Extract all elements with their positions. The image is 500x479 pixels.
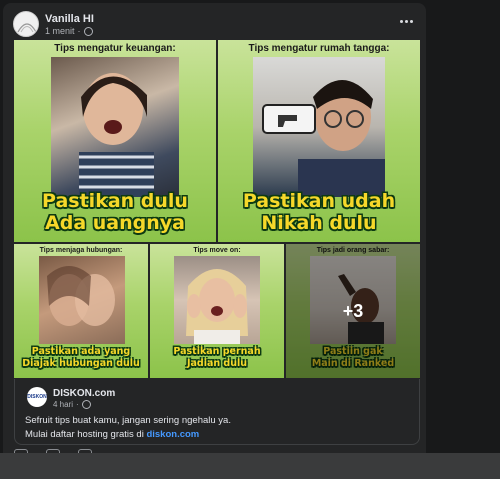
more-options-button[interactable] bbox=[398, 15, 414, 27]
photo-grid: Tips mengatur keuangan: Pastikan dulu Ad… bbox=[14, 40, 420, 378]
post-header: Vanilla HI 1 menit · bbox=[13, 11, 418, 43]
shared-post[interactable]: DISKON DISKON.com 4 hari · Sefruit tips … bbox=[14, 379, 420, 445]
tile-caption: Tips move on: bbox=[193, 247, 241, 254]
shared-link[interactable]: diskon.com bbox=[146, 429, 199, 440]
more-photos-count: +3 bbox=[342, 300, 364, 321]
shared-page-logo[interactable]: DISKON bbox=[27, 387, 47, 407]
shared-post-text: Sefruit tips buat kamu, jangan sering ng… bbox=[25, 414, 231, 442]
tile-slogan-line2: Nikah dulu bbox=[261, 212, 377, 234]
tile-slogan-line2: Ada uangnya bbox=[45, 212, 185, 234]
tile-slogan-line1: Pastikan dulu bbox=[42, 190, 188, 212]
post-time[interactable]: 1 menit bbox=[45, 26, 75, 36]
more-photos-overlay[interactable]: +3 bbox=[286, 244, 420, 378]
photo-image bbox=[174, 256, 260, 344]
shared-post-time[interactable]: 4 hari bbox=[53, 400, 73, 409]
separator-dot: · bbox=[77, 26, 81, 36]
bottom-bar bbox=[0, 453, 500, 479]
shared-text-line2: Mulai daftar hosting gratis di bbox=[25, 428, 144, 440]
tile-slogan-line1: Pastikan udah bbox=[242, 190, 396, 212]
photo-image bbox=[51, 57, 179, 197]
photo-tile[interactable]: Tips mengatur keuangan: Pastikan dulu Ad… bbox=[14, 40, 216, 242]
tile-slogan-line2: Diajak hubungan dulu bbox=[22, 358, 140, 369]
tile-slogan-line1: Pastikan ada yang bbox=[31, 346, 131, 357]
shared-post-meta: 4 hari · bbox=[53, 400, 91, 409]
post-card: Vanilla HI 1 menit · Tips mengatur keuan… bbox=[3, 3, 426, 479]
photo-tile-more[interactable]: Tips jadi orang sabar: Pastiin gak Main … bbox=[286, 244, 420, 378]
post-meta: 1 menit · bbox=[45, 26, 93, 36]
shared-page-name[interactable]: DISKON.com bbox=[53, 388, 115, 399]
tile-caption: Tips mengatur rumah tangga: bbox=[248, 43, 390, 54]
separator-dot: · bbox=[76, 400, 79, 409]
tile-slogan-line1: Pastikan pernah bbox=[173, 346, 261, 357]
globe-icon bbox=[81, 400, 91, 409]
tile-slogan-line2: Jadian dulu bbox=[186, 358, 248, 369]
globe-icon bbox=[83, 26, 93, 36]
avatar[interactable] bbox=[13, 11, 39, 37]
photo-tile[interactable]: Tips menjaga hubungan: Pastikan ada yang… bbox=[14, 244, 148, 378]
author-name[interactable]: Vanilla HI bbox=[45, 13, 94, 25]
photo-image bbox=[253, 57, 385, 197]
photo-image bbox=[39, 256, 125, 344]
tile-caption: Tips mengatur keuangan: bbox=[54, 43, 176, 54]
tile-caption: Tips menjaga hubungan: bbox=[39, 247, 123, 254]
photo-tile[interactable]: Tips mengatur rumah tangga: Pastikan uda… bbox=[218, 40, 420, 242]
photo-tile[interactable]: Tips move on: Pastikan pernah Jadian dul… bbox=[150, 244, 284, 378]
shared-text-line1: Sefruit tips buat kamu, jangan sering ng… bbox=[25, 415, 231, 426]
